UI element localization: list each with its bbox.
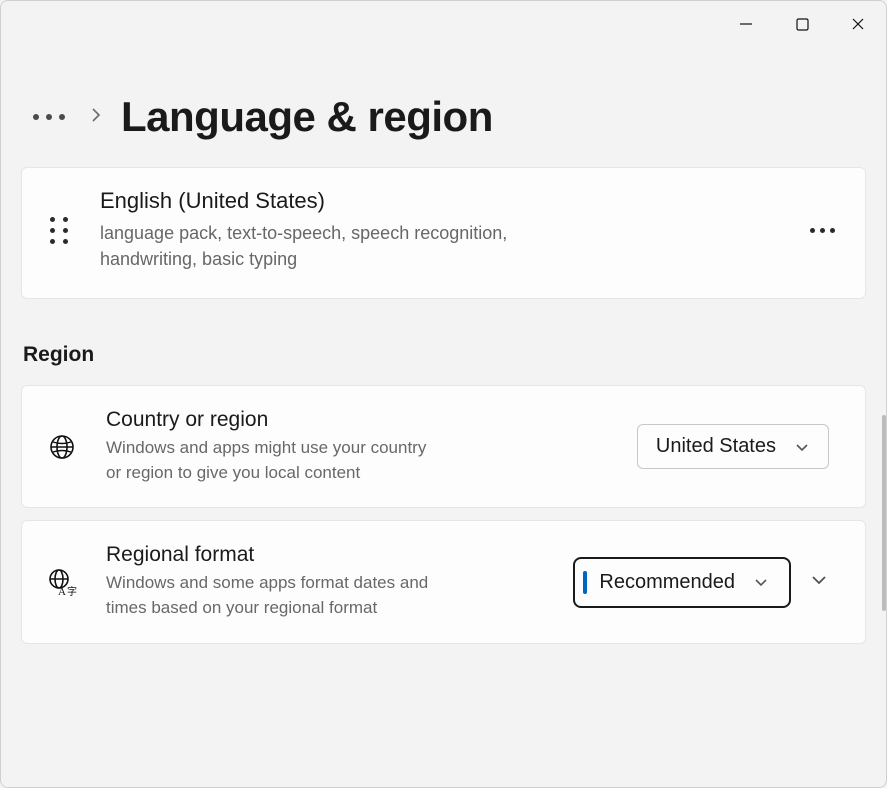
language-more-button[interactable] — [806, 220, 839, 241]
svg-text:字: 字 — [67, 585, 77, 597]
close-icon — [851, 17, 865, 31]
maximize-button[interactable] — [774, 1, 830, 47]
globe-text-icon: A 字 — [44, 567, 80, 597]
drag-handle-icon[interactable] — [44, 217, 74, 244]
country-region-row: Country or region Windows and apps might… — [21, 385, 866, 508]
language-item-row[interactable]: English (United States) language pack, t… — [21, 167, 866, 299]
regional-format-dropdown[interactable]: Recommended — [573, 557, 791, 608]
country-region-value: United States — [656, 435, 776, 458]
svg-text:A: A — [58, 586, 66, 597]
country-region-title: Country or region — [106, 408, 611, 432]
breadcrumb-overflow-button[interactable] — [27, 114, 71, 120]
minimize-button[interactable] — [718, 1, 774, 47]
region-section-header: Region — [21, 343, 866, 367]
page-content: Language & region English (United States… — [1, 1, 886, 787]
language-item-body: English (United States) language pack, t… — [100, 188, 780, 272]
country-region-dropdown[interactable]: United States — [637, 424, 829, 469]
close-button[interactable] — [830, 1, 886, 47]
minimize-icon — [739, 17, 753, 31]
country-region-desc: Windows and apps might use your country … — [106, 436, 446, 485]
chevron-down-icon — [794, 441, 810, 453]
regional-format-title: Regional format — [106, 543, 547, 567]
chevron-down-icon — [753, 576, 769, 588]
regional-format-desc: Windows and some apps format dates and t… — [106, 571, 446, 620]
globe-icon — [44, 434, 80, 460]
regional-format-expand-button[interactable] — [809, 573, 829, 592]
regional-format-row: A 字 Regional format Windows and some app… — [21, 520, 866, 643]
window-titlebar — [718, 1, 886, 47]
chevron-right-icon — [89, 105, 103, 130]
regional-format-value: Recommended — [599, 571, 735, 594]
breadcrumb: Language & region — [21, 93, 866, 141]
maximize-icon — [796, 18, 809, 31]
language-name: English (United States) — [100, 188, 780, 214]
language-features: language pack, text-to-speech, speech re… — [100, 220, 600, 272]
scrollbar-thumb[interactable] — [882, 415, 886, 611]
page-title: Language & region — [121, 93, 493, 141]
